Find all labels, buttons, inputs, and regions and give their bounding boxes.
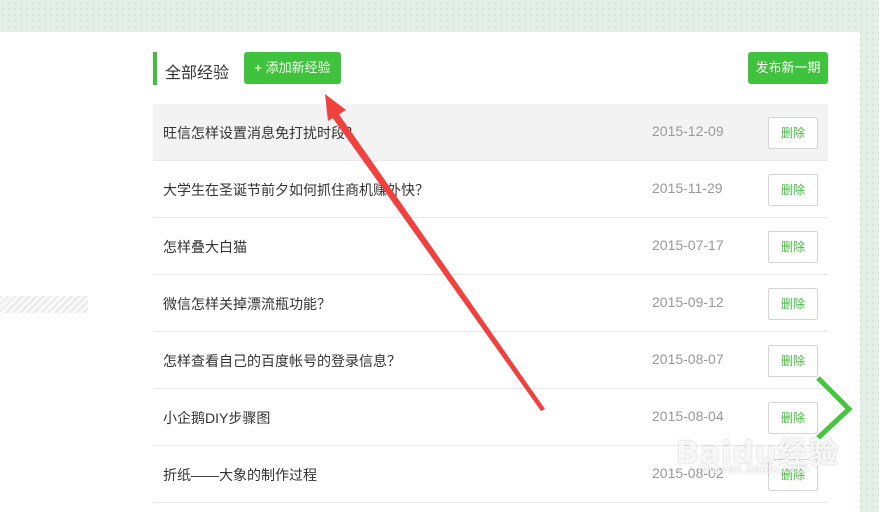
watermark-url: jingyan.baidu.com (698, 462, 809, 476)
add-experience-button[interactable]: + 添加新经验 (244, 52, 341, 84)
list-item: 怎样查看自己的百度帐号的登录信息？ 2015-08-07 删除 (153, 332, 828, 389)
baidu-watermark: Baidu经验 jingyan.baidu.com (676, 428, 876, 498)
item-title[interactable]: 旺信怎样设置消息免打扰时段？ (163, 123, 359, 143)
item-title[interactable]: 微信怎样关掉漂流瓶功能？ (163, 294, 331, 314)
item-date: 2015-07-17 (652, 237, 724, 253)
header-accent-bar (153, 52, 157, 85)
item-date: 2015-12-09 (652, 123, 724, 139)
list-item: 大学生在圣诞节前夕如何抓住商机赚外快？ 2015-11-29 删除 (153, 161, 828, 218)
delete-button[interactable]: 删除 (768, 117, 818, 149)
delete-button[interactable]: 删除 (768, 288, 818, 320)
item-date: 2015-09-12 (652, 294, 724, 310)
section-title: 全部经验 (165, 65, 230, 82)
section-header: 全部经验 + 添加新经验 发布新一期 (153, 52, 828, 85)
item-date: 2015-08-07 (652, 351, 724, 367)
item-title[interactable]: 大学生在圣诞节前夕如何抓住商机赚外快？ (163, 180, 429, 200)
delete-button[interactable]: 删除 (768, 345, 818, 377)
delete-button[interactable]: 删除 (768, 174, 818, 206)
list-item: 微信怎样关掉漂流瓶功能？ 2015-09-12 删除 (153, 275, 828, 332)
list-item: 旺信怎样设置消息免打扰时段？ 2015-12-09 删除 (153, 104, 828, 161)
item-title[interactable]: 怎样查看自己的百度帐号的登录信息？ (163, 351, 401, 371)
decorative-hatch (0, 296, 88, 313)
item-title[interactable]: 折纸——大象的制作过程 (163, 465, 317, 485)
delete-button[interactable]: 删除 (768, 231, 818, 263)
item-title[interactable]: 小企鹅DIY步骤图 (163, 408, 270, 428)
item-title[interactable]: 怎样叠大白猫 (163, 237, 247, 257)
item-date: 2015-11-29 (652, 180, 723, 196)
list-item: 怎样叠大白猫 2015-07-17 删除 (153, 218, 828, 275)
publish-new-issue-button[interactable]: 发布新一期 (748, 52, 828, 84)
item-date: 2015-08-04 (652, 408, 724, 424)
